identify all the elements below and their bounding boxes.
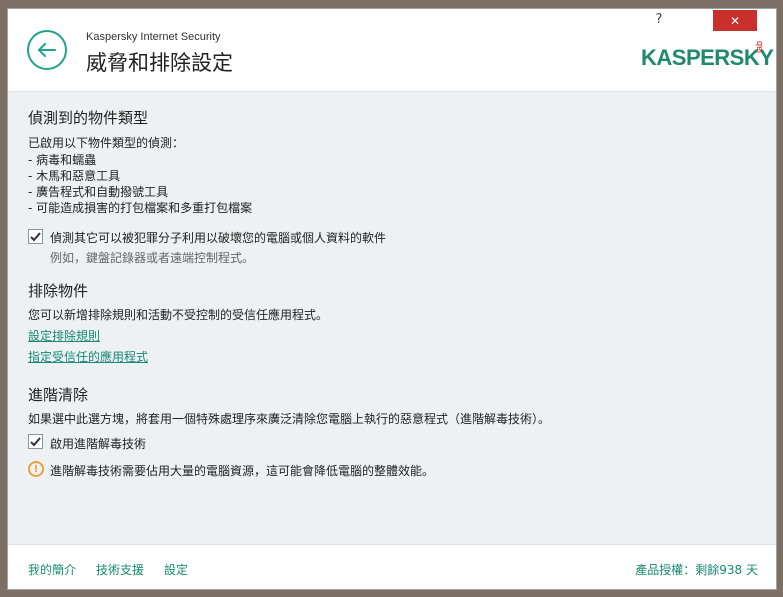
detect-other-software-checkbox[interactable] [28, 229, 43, 244]
section-title-exclusions: 排除物件 [28, 282, 89, 300]
advanced-description: 如果選中此選方塊，將套用一個特殊處理序來廣泛清除您電腦上執行的惡意程式（進階解毒… [28, 412, 551, 426]
settings-window: Kaspersky Internet Security 威脅和排除設定 ? ✕ … [7, 8, 777, 590]
warning-icon: ! [28, 461, 44, 477]
help-button[interactable]: ? [651, 12, 667, 32]
page-title: 威脅和排除設定 [86, 51, 233, 75]
section-title-advanced: 進階清除 [28, 386, 89, 404]
detect-other-software-hint: 例如，鍵盤記錄器或者遠端控制程式。 [50, 251, 255, 265]
header: Kaspersky Internet Security 威脅和排除設定 ? ✕ … [8, 9, 776, 92]
threats-intro: 已啟用以下物件類型的偵測： [28, 136, 185, 150]
kaspersky-logo-lab: lab [754, 40, 764, 53]
trusted-applications-link[interactable]: 指定受信任的應用程式 [28, 348, 148, 365]
advanced-warning: 進階解毒技術需要佔用大量的電腦資源，這可能會降低電腦的整體效能。 [50, 464, 435, 478]
detect-other-software-label[interactable]: 偵測其它可以被犯罪分子利用以破壞您的電腦或個人資料的軟件 [50, 229, 386, 246]
back-button[interactable] [27, 30, 67, 70]
watermark: 卡饭论坛 bbs.kafan.cn [8, 571, 128, 585]
license-status[interactable]: 產品授權：剩餘938 天 [635, 561, 758, 578]
checkmark-icon [30, 436, 41, 446]
section-title-threats: 偵測到的物件類型 [28, 109, 149, 127]
settings-link[interactable]: 設定 [164, 561, 188, 578]
advanced-disinfection-label[interactable]: 啟用進階解毒技術 [50, 435, 146, 452]
arrow-left-icon [38, 43, 56, 57]
configure-exclusion-rules-link[interactable]: 設定排除規則 [28, 327, 100, 344]
checkmark-icon [30, 231, 41, 241]
close-icon: ✕ [729, 13, 741, 28]
advanced-disinfection-checkbox[interactable] [28, 434, 43, 449]
threat-item: - 木馬和惡意工具 [28, 169, 121, 183]
threat-item: - 病毒和蠕蟲 [28, 153, 97, 167]
threat-item: - 廣告程式和自動撥號工具 [28, 185, 169, 199]
app-name: Kaspersky Internet Security [86, 31, 221, 43]
threat-item: - 可能造成損害的打包檔案和多重打包檔案 [28, 201, 253, 215]
exclusions-description: 您可以新增排除規則和活動不受控制的受信任應用程式。 [28, 308, 329, 322]
close-button[interactable]: ✕ [713, 10, 757, 31]
